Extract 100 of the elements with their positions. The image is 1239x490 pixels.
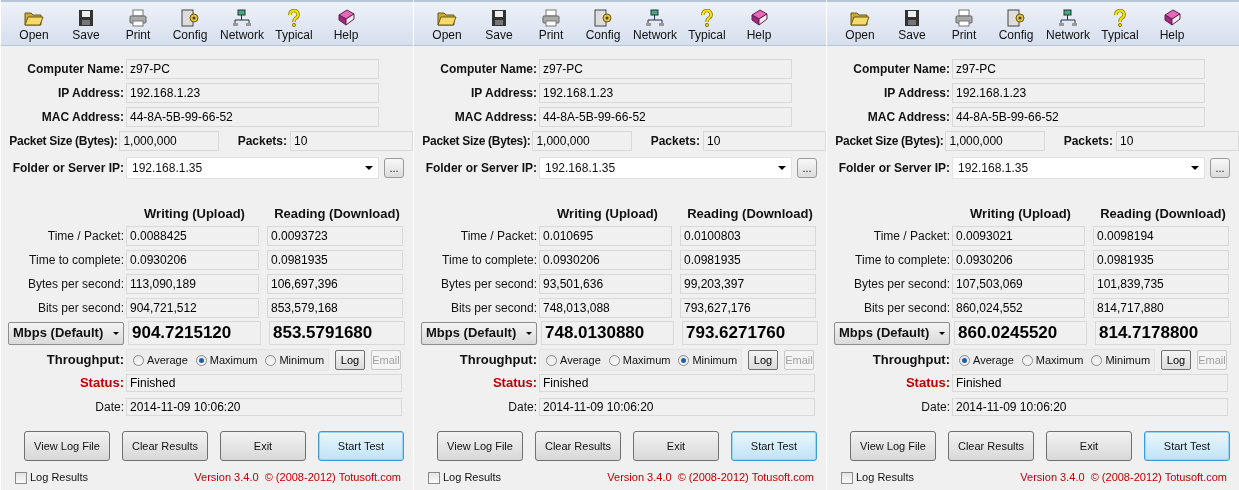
- toolbar-button[interactable]: Print: [112, 9, 164, 42]
- unit-dropdown[interactable]: Mbps (Default): [421, 321, 537, 345]
- toolbar-button[interactable]: Typical: [268, 9, 320, 42]
- toolbar-button[interactable]: Network: [629, 9, 681, 42]
- radio-option[interactable]: Maximum: [1021, 351, 1084, 369]
- radio-button[interactable]: [1091, 354, 1103, 366]
- radio-option[interactable]: Maximum: [195, 351, 258, 369]
- book-icon: [336, 9, 356, 27]
- toolbar-button[interactable]: Help: [1146, 9, 1198, 42]
- field-label: Time to complete:: [442, 253, 537, 267]
- action-button[interactable]: Start Test: [318, 431, 404, 461]
- radio-option[interactable]: Maximum: [608, 351, 671, 369]
- browse-button[interactable]: ...: [384, 158, 404, 178]
- radio-button[interactable]: [265, 354, 277, 366]
- toolbar-button[interactable]: Print: [525, 9, 577, 42]
- radio-option[interactable]: Minimum: [265, 351, 325, 369]
- toolbar-button[interactable]: Config: [990, 9, 1042, 42]
- field-label: Packets:: [1063, 133, 1113, 150]
- action-button[interactable]: View Log File: [24, 431, 110, 461]
- toolbar-button[interactable]: Print: [938, 9, 990, 42]
- toolbar-button[interactable]: Save: [473, 9, 525, 42]
- toolbar-button[interactable]: Help: [320, 9, 372, 42]
- toolbar-button[interactable]: Typical: [681, 9, 733, 42]
- server-combo-box[interactable]: 192.168.1.35: [126, 157, 379, 179]
- field-label: Bits per second:: [37, 301, 124, 315]
- action-button[interactable]: View Log File: [850, 431, 936, 461]
- field-label: Packets:: [650, 133, 700, 150]
- result-field: 0.0093723: [267, 226, 403, 246]
- log-results-checkbox[interactable]: Log Results: [428, 469, 502, 486]
- radio-option[interactable]: Minimum: [1091, 351, 1151, 369]
- read-only-field: 1,000,000: [532, 131, 632, 151]
- toolbar-button[interactable]: Network: [1042, 9, 1094, 42]
- field-label: Bytes per second:: [853, 277, 950, 291]
- radio-button[interactable]: [608, 354, 620, 366]
- browse-button[interactable]: ...: [1210, 158, 1230, 178]
- read-only-field: 192.168.1.23: [539, 83, 792, 103]
- server-combo-box[interactable]: 192.168.1.35: [539, 157, 792, 179]
- log-results-checkbox[interactable]: Log Results: [15, 469, 89, 486]
- action-button[interactable]: Exit: [633, 431, 719, 461]
- read-only-field: 44-8A-5B-99-66-52: [126, 107, 379, 127]
- column-heading: Reading (Download): [687, 205, 813, 221]
- result-field: 101,839,735: [1093, 274, 1229, 294]
- printer-icon: [541, 9, 561, 27]
- result-field: 113,090,189: [126, 274, 259, 294]
- book-icon: [1162, 9, 1182, 27]
- field-label: Computer Name:: [27, 62, 124, 76]
- toolbar-button[interactable]: Save: [60, 9, 112, 42]
- log-results-checkbox[interactable]: Log Results: [841, 469, 915, 486]
- result-field: 99,203,397: [680, 274, 816, 294]
- action-button[interactable]: Start Test: [731, 431, 817, 461]
- date-field: 2014-11-09 10:06:20: [952, 398, 1228, 416]
- dropdown-caret-icon: [939, 331, 945, 335]
- browse-button[interactable]: ...: [797, 158, 817, 178]
- read-only-field: 44-8A-5B-99-66-52: [539, 107, 792, 127]
- action-button[interactable]: Exit: [1046, 431, 1132, 461]
- log-button[interactable]: Log: [1161, 350, 1191, 370]
- checkbox[interactable]: [428, 471, 440, 484]
- toolbar-button[interactable]: Help: [733, 9, 785, 42]
- toolbar-button[interactable]: Open: [421, 9, 473, 42]
- toolbar-button[interactable]: Open: [8, 9, 60, 42]
- read-only-field: 192.168.1.23: [126, 83, 379, 103]
- radio-button[interactable]: [1021, 354, 1033, 366]
- radio-button[interactable]: [546, 354, 557, 366]
- toolbar-button[interactable]: Save: [886, 9, 938, 42]
- big-result-field: 793.6271760: [682, 321, 818, 345]
- dropdown-caret-icon: [778, 166, 786, 170]
- toolbar-button[interactable]: Config: [577, 9, 629, 42]
- action-button[interactable]: Clear Results: [535, 431, 621, 461]
- checkbox[interactable]: [15, 471, 27, 484]
- toolbar-button[interactable]: Open: [834, 9, 886, 42]
- toolbar-button[interactable]: Config: [164, 9, 216, 42]
- checkbox[interactable]: [841, 471, 853, 484]
- radio-button[interactable]: [678, 354, 690, 366]
- unit-dropdown[interactable]: Mbps (Default): [8, 321, 124, 345]
- result-field: 0.010695: [539, 226, 672, 246]
- action-button[interactable]: Clear Results: [948, 431, 1034, 461]
- field-label: Throughput:: [459, 352, 537, 368]
- folder-icon: [24, 9, 44, 27]
- toolbar-button[interactable]: Typical: [1094, 9, 1146, 42]
- unit-dropdown[interactable]: Mbps (Default): [834, 321, 950, 345]
- server-combo-box[interactable]: 192.168.1.35: [952, 157, 1205, 179]
- action-button[interactable]: Exit: [220, 431, 306, 461]
- radio-button[interactable]: [959, 354, 970, 366]
- result-field: 0.0098194: [1093, 226, 1229, 246]
- radio-button[interactable]: [195, 354, 207, 366]
- radio-option[interactable]: Minimum: [678, 351, 738, 369]
- action-button[interactable]: View Log File: [437, 431, 523, 461]
- result-field: 0.0930206: [126, 250, 259, 270]
- radio-option[interactable]: Average: [959, 351, 1014, 369]
- result-field: 106,697,396: [267, 274, 403, 294]
- toolbar-button[interactable]: Network: [216, 9, 268, 42]
- radio-option[interactable]: Average: [133, 351, 188, 369]
- action-button[interactable]: Start Test: [1144, 431, 1230, 461]
- radio-option[interactable]: Average: [546, 351, 601, 369]
- column-heading: Writing (Upload): [557, 205, 658, 221]
- result-field: 0.0930206: [539, 250, 672, 270]
- radio-button[interactable]: [133, 354, 144, 366]
- action-button[interactable]: Clear Results: [122, 431, 208, 461]
- log-button[interactable]: Log: [335, 350, 365, 370]
- log-button[interactable]: Log: [748, 350, 778, 370]
